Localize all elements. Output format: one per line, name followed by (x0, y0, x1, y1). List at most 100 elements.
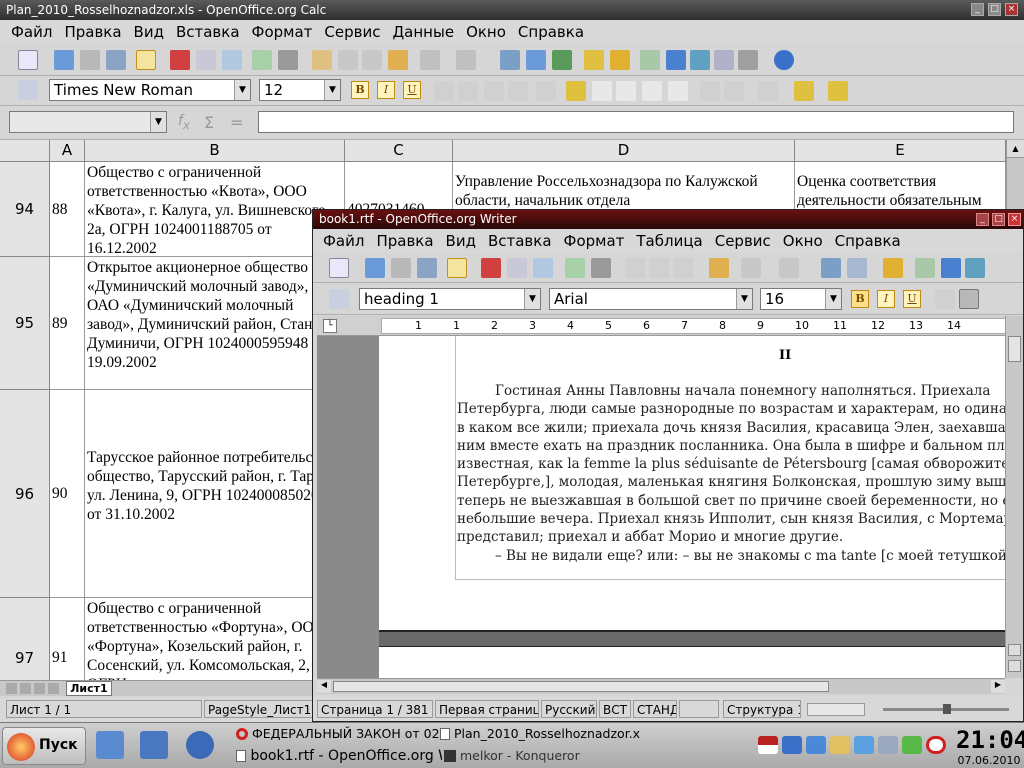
paste-icon[interactable] (673, 258, 693, 278)
status-page-style[interactable]: Первая страница (435, 700, 539, 718)
borders-icon[interactable] (758, 81, 778, 101)
zoom-icon[interactable] (738, 50, 758, 70)
font-name-combo[interactable]: Arial ▼ (549, 288, 753, 310)
paste-icon[interactable] (362, 50, 382, 70)
find-icon[interactable] (640, 50, 660, 70)
paragraph-style-combo[interactable]: heading 1 ▼ (359, 288, 541, 310)
row-header[interactable]: 97 (0, 598, 50, 680)
cell-a[interactable]: 88 (50, 162, 85, 257)
menu-data[interactable]: Данные (386, 20, 460, 44)
navigator-icon[interactable] (666, 50, 686, 70)
writer-vertical-scrollbar[interactable] (1005, 316, 1023, 678)
cell-b[interactable]: Открытое акционерное общество «Думиничск… (85, 257, 345, 390)
help-icon[interactable] (774, 50, 794, 70)
equals-icon[interactable]: = (230, 113, 250, 133)
font-name-combo[interactable]: Times New Roman ▼ (49, 79, 251, 101)
italic-button[interactable]: I (377, 81, 395, 99)
bold-button[interactable]: B (851, 290, 869, 308)
task-konqueror[interactable]: melkor - Konqueror (444, 747, 644, 765)
hyperlink-icon[interactable] (821, 258, 841, 278)
view-layout-icons[interactable] (807, 703, 865, 716)
start-button[interactable]: Пуск (2, 727, 86, 765)
name-box[interactable]: ▼ (9, 111, 167, 133)
cell-a[interactable]: 89 (50, 257, 85, 390)
add-decimal-icon[interactable] (642, 81, 662, 101)
bold-button[interactable]: B (351, 81, 369, 99)
underline-button[interactable]: U (903, 290, 921, 308)
scroll-up-icon[interactable]: ▲ (1007, 140, 1024, 158)
horizontal-ruler[interactable]: └ 1 1 2 3 4 5 6 7 8 9 10 11 12 13 14 (317, 316, 1007, 336)
standard-format-icon[interactable] (616, 81, 636, 101)
column-header-a[interactable]: A (50, 140, 85, 162)
gallery-icon[interactable] (965, 258, 985, 278)
sort-ascending-icon[interactable] (526, 50, 546, 70)
save-icon[interactable] (80, 50, 100, 70)
copy-icon[interactable] (649, 258, 669, 278)
styles-icon[interactable] (18, 80, 38, 100)
calc-titlebar[interactable]: Plan_2010_Rosselhoznadzor.xls - OpenOffi… (0, 0, 1024, 20)
pdf-export-icon[interactable] (170, 50, 190, 70)
chevron-down-icon[interactable]: ▼ (150, 112, 166, 132)
font-size-combo[interactable]: 16 ▼ (760, 288, 842, 310)
menu-file[interactable]: Файл (5, 20, 58, 44)
close-button[interactable]: × (1005, 3, 1018, 16)
prev-sheet-icon[interactable] (20, 683, 31, 694)
font-color-icon[interactable] (828, 81, 848, 101)
menu-edit[interactable]: Правка (370, 229, 439, 253)
cell-b[interactable]: Общество с ограниченной ответственностью… (85, 598, 345, 680)
menu-file[interactable]: Файл (317, 229, 370, 253)
send-icon[interactable] (417, 258, 437, 278)
spellcheck-icon[interactable] (565, 258, 585, 278)
task-writer[interactable]: book1.rtf - OpenOffice.org W (236, 747, 442, 765)
network-icon[interactable] (782, 736, 802, 754)
chevron-down-icon[interactable]: ▼ (825, 289, 841, 309)
desktop-icon[interactable] (96, 731, 124, 759)
sort-descending-icon[interactable] (552, 50, 572, 70)
redo-icon[interactable] (456, 50, 476, 70)
datasources-icon[interactable] (714, 50, 734, 70)
chevron-down-icon[interactable]: ▼ (234, 80, 250, 100)
status-language[interactable]: Русский (541, 700, 597, 718)
column-header-b[interactable]: B (85, 140, 345, 162)
column-header-c[interactable]: C (345, 140, 453, 162)
cell-a[interactable]: 90 (50, 390, 85, 598)
chapter-heading[interactable]: II (779, 348, 791, 363)
scroll-right-icon[interactable]: ▶ (991, 680, 1005, 693)
justify-icon[interactable] (959, 289, 979, 309)
undo-icon[interactable] (741, 258, 761, 278)
menu-format[interactable]: Формат (246, 20, 319, 44)
menu-tools[interactable]: Сервис (318, 20, 386, 44)
menu-format[interactable]: Формат (558, 229, 631, 253)
undo-icon[interactable] (420, 50, 440, 70)
percent-format-icon[interactable] (592, 81, 612, 101)
gallery-icon[interactable] (690, 50, 710, 70)
draw-functions-icon[interactable] (610, 50, 630, 70)
font-size-combo[interactable]: 12 ▼ (259, 79, 341, 101)
sum-icon[interactable]: Σ (204, 113, 224, 133)
open-icon[interactable] (54, 50, 74, 70)
save-icon[interactable] (391, 258, 411, 278)
autospell-icon[interactable] (278, 50, 298, 70)
new-document-icon[interactable] (329, 258, 349, 278)
task-calc[interactable]: Plan_2010_Rosselhoznadzor.xls (440, 725, 640, 743)
draw-functions-icon[interactable] (883, 258, 903, 278)
eye-icon[interactable] (878, 736, 898, 754)
background-color-icon[interactable] (794, 81, 814, 101)
us-flag-icon[interactable] (758, 736, 778, 754)
new-document-icon[interactable] (18, 50, 38, 70)
currency-format-icon[interactable] (566, 81, 586, 101)
chevron-down-icon[interactable]: ▼ (524, 289, 540, 309)
menu-help[interactable]: Справка (512, 20, 590, 44)
maximize-button[interactable]: □ (992, 213, 1005, 226)
cell-b[interactable]: Общество с ограниченной ответственностью… (85, 162, 345, 257)
chart-icon[interactable] (584, 50, 604, 70)
previous-page-icon[interactable] (1008, 644, 1021, 656)
hyperlink-icon[interactable] (500, 50, 520, 70)
first-sheet-icon[interactable] (6, 683, 17, 694)
status-insert-mode[interactable]: ВСТ (599, 700, 631, 718)
close-button[interactable]: × (1008, 213, 1021, 226)
redo-icon[interactable] (779, 258, 799, 278)
menu-window[interactable]: Окно (777, 229, 829, 253)
status-selection-mode[interactable]: СТАНД (633, 700, 677, 718)
autospell-icon[interactable] (591, 258, 611, 278)
